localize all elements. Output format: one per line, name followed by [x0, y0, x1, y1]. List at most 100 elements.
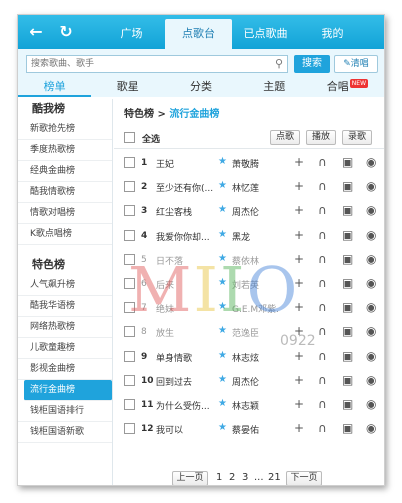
sidebar-item[interactable]: 新歌抢先榜 [18, 119, 112, 140]
sidebar-item[interactable]: 影视金曲榜 [18, 359, 112, 380]
row-checkbox[interactable] [124, 205, 135, 217]
record-icon[interactable]: ◉ [366, 276, 376, 290]
breadcrumb-parent[interactable]: 特色榜 [124, 109, 154, 120]
page-number[interactable]: 1 [216, 472, 222, 483]
song-title[interactable]: 我可以 [156, 423, 218, 436]
sidebar-item-pop-hits[interactable]: 流行金曲榜 [24, 380, 112, 401]
singer-name[interactable]: G.E.M邓紫... [232, 302, 280, 315]
song-title[interactable]: 后来 [156, 278, 218, 291]
sidebar-item[interactable]: 酷我华语榜 [18, 296, 112, 317]
next-page-button[interactable]: 下一页 [286, 471, 322, 485]
row-checkbox[interactable] [124, 181, 135, 193]
row-checkbox[interactable] [124, 278, 135, 289]
add-icon[interactable]: + [294, 228, 304, 242]
tv-icon[interactable]: ▣ [342, 179, 353, 193]
headphones-icon[interactable]: ∩ [318, 373, 327, 387]
row-checkbox[interactable] [124, 229, 135, 241]
table-row[interactable]: 8 放生 ★ 范逸臣 + ∩ ▣ ◉ [114, 320, 384, 344]
add-icon[interactable]: + [294, 373, 304, 387]
song-title[interactable]: 绝妹 [156, 302, 218, 315]
singer-name[interactable]: 林忆莲 [232, 181, 280, 194]
record-icon[interactable]: ◉ [366, 421, 376, 435]
singer-name[interactable]: 林志炫 [232, 351, 280, 364]
sidebar-item[interactable]: 经典金曲榜 [18, 161, 112, 182]
headphones-icon[interactable]: ∩ [318, 397, 327, 411]
singer-name[interactable]: 周杰伦 [232, 375, 280, 388]
record-icon[interactable]: ◉ [366, 155, 376, 169]
singer-name[interactable]: 蔡依林 [232, 254, 280, 267]
tv-icon[interactable]: ▣ [342, 228, 353, 242]
tv-icon[interactable]: ▣ [342, 397, 353, 411]
record-icon[interactable]: ◉ [366, 203, 376, 217]
row-checkbox[interactable] [124, 399, 135, 410]
add-icon[interactable]: + [294, 421, 304, 435]
singer-name[interactable]: 黑龙 [232, 230, 280, 243]
headphones-icon[interactable]: ∩ [318, 252, 327, 266]
search-button[interactable]: 搜索 [294, 55, 330, 73]
singer-name[interactable]: 林志颖 [232, 399, 280, 412]
sidebar-item[interactable]: 钱柜国语排行 [18, 401, 112, 422]
row-checkbox[interactable] [124, 350, 135, 362]
record-icon[interactable]: ◉ [366, 349, 376, 363]
record-button[interactable]: 录歌 [342, 130, 372, 145]
table-row[interactable]: 10 回到过去 ★ 周杰伦 + ∩ ▣ ◉ [114, 369, 384, 393]
headphones-icon[interactable]: ∩ [318, 203, 327, 217]
add-icon[interactable]: + [294, 179, 304, 193]
table-row[interactable]: 1 王妃 ★ 萧敬腾 + ∩ ▣ ◉ [114, 151, 384, 175]
singer-name[interactable]: 萧敬腾 [232, 157, 280, 170]
add-icon[interactable]: + [294, 349, 304, 363]
sidebar-item[interactable]: K歌点唱榜 [18, 224, 112, 245]
sidebar-item[interactable]: 酷我情歌榜 [18, 182, 112, 203]
headphones-icon[interactable]: ∩ [318, 228, 327, 242]
page-number[interactable]: 3 [242, 472, 248, 483]
record-icon[interactable]: ◉ [366, 179, 376, 193]
song-title[interactable]: 回到过去 [156, 375, 218, 388]
tv-icon[interactable]: ▣ [342, 300, 353, 314]
singer-name[interactable]: 蔡晏佑 [232, 423, 280, 436]
song-title[interactable]: 单身情歌 [156, 351, 218, 364]
add-icon[interactable]: + [294, 300, 304, 314]
add-icon[interactable]: + [294, 252, 304, 266]
sidebar-item[interactable]: 儿歌童趣榜 [18, 338, 112, 359]
cat-duet[interactable]: 合唱 NEW [311, 79, 384, 97]
tv-icon[interactable]: ▣ [342, 324, 353, 338]
search-input[interactable] [27, 56, 267, 72]
headphones-icon[interactable]: ∩ [318, 421, 327, 435]
sidebar-item[interactable]: 人气飙升榜 [18, 275, 112, 296]
record-icon[interactable]: ◉ [366, 397, 376, 411]
song-title[interactable]: 王妃 [156, 157, 218, 170]
prev-page-button[interactable]: 上一页 [172, 471, 208, 485]
singer-name[interactable]: 周杰伦 [232, 205, 280, 218]
tab-song-request[interactable]: 点歌台 [165, 19, 232, 49]
sidebar-item[interactable]: 情歌对唱榜 [18, 203, 112, 224]
tv-icon[interactable]: ▣ [342, 203, 353, 217]
back-arrow-icon[interactable]: ← [26, 22, 46, 42]
tv-icon[interactable]: ▣ [342, 155, 353, 169]
table-row[interactable]: 11 为什么受伤... ★ 林志颖 + ∩ ▣ ◉ [114, 393, 384, 417]
row-checkbox[interactable] [124, 157, 135, 168]
headphones-icon[interactable]: ∩ [318, 300, 327, 314]
table-row[interactable]: 6 后来 ★ 刘若英 + ∩ ▣ ◉ [114, 272, 384, 296]
select-all-checkbox[interactable] [124, 132, 135, 143]
headphones-icon[interactable]: ∩ [318, 324, 327, 338]
tab-mine[interactable]: 我的 [299, 19, 366, 49]
add-icon[interactable]: + [294, 276, 304, 290]
row-checkbox[interactable] [124, 302, 135, 314]
song-title[interactable]: 放生 [156, 326, 218, 339]
record-icon[interactable]: ◉ [366, 252, 376, 266]
tab-requested-songs[interactable]: 已点歌曲 [232, 19, 299, 49]
row-checkbox[interactable] [124, 374, 135, 386]
page-number[interactable]: 2 [229, 472, 235, 483]
cat-charts[interactable]: 榜单 [18, 79, 92, 97]
add-icon[interactable]: + [294, 155, 304, 169]
table-row[interactable]: 7 绝妹 ★ G.E.M邓紫... + ∩ ▣ ◉ [114, 296, 384, 320]
tv-icon[interactable]: ▣ [342, 373, 353, 387]
song-title[interactable]: 至少还有你(... [156, 181, 218, 194]
table-row[interactable]: 12 我可以 ★ 蔡晏佑 + ∩ ▣ ◉ [114, 417, 384, 441]
singer-name[interactable]: 刘若英 [232, 278, 280, 291]
sidebar-item[interactable]: 网络热歌榜 [18, 317, 112, 338]
refresh-icon[interactable]: ↻ [56, 22, 76, 42]
record-icon[interactable]: ◉ [366, 373, 376, 387]
headphones-icon[interactable]: ∩ [318, 155, 327, 169]
table-row[interactable]: 2 至少还有你(... ★ 林忆莲 + ∩ ▣ ◉ [114, 175, 384, 199]
